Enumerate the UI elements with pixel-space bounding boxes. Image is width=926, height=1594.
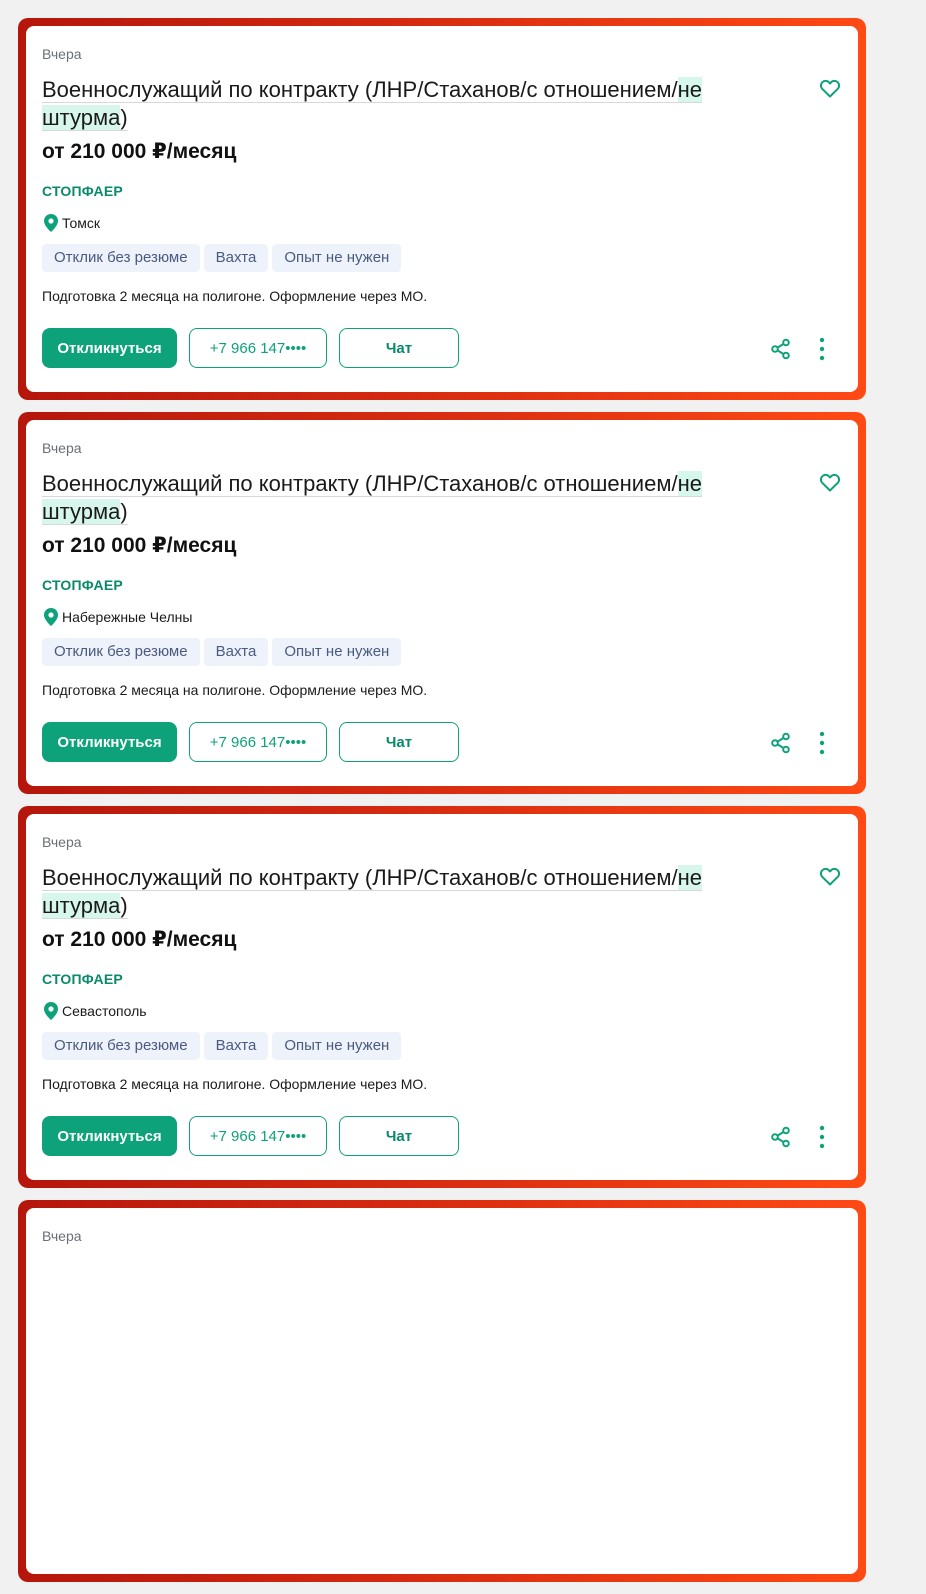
tag-shift: Вахта xyxy=(203,638,269,666)
vacancy-location: Севастополь xyxy=(44,1002,147,1020)
tag-shift: Вахта xyxy=(203,1032,269,1060)
vacancy-title-highlight: штурма xyxy=(42,105,121,130)
chat-button[interactable]: Чат xyxy=(339,722,459,762)
apply-button[interactable]: Откликнуться xyxy=(42,1116,177,1156)
vacancy-title-part: ) xyxy=(120,499,128,524)
vacancy-card[interactable]: Вчера Военнослужащий по контракту (ЛНР/С… xyxy=(26,26,858,392)
share-icon[interactable] xyxy=(770,1126,792,1148)
vacancy-salary: от 210 000 ₽/месяц xyxy=(42,140,237,163)
heart-icon[interactable] xyxy=(818,864,842,888)
vacancy-title-highlight: штурма xyxy=(42,499,121,524)
apply-button[interactable]: Откликнуться xyxy=(42,722,177,762)
share-icon[interactable] xyxy=(770,732,792,754)
vacancy-card-frame: Вчера Военнослужащий по контракту (ЛНР/С… xyxy=(18,18,866,400)
vacancy-title-part: ) xyxy=(120,893,128,918)
company-link[interactable]: СТОПФАЕР xyxy=(42,971,123,987)
vacancy-title-highlight: не xyxy=(677,77,702,102)
vacancy-title-part: Военнослужащий по контракту (ЛНР/Стахано… xyxy=(42,471,678,496)
vacancy-card-frame: Вчера Военнослужащий по контракту (ЛНР/С… xyxy=(18,806,866,1188)
more-vertical-icon[interactable] xyxy=(812,730,832,756)
vacancy-date: Вчера xyxy=(42,1228,82,1244)
show-phone-button[interactable]: +7 966 147•••• xyxy=(189,722,327,762)
vacancy-tags: Отклик без резюме Вахта Опыт не нужен xyxy=(42,244,402,272)
heart-icon[interactable] xyxy=(818,76,842,100)
vacancy-title-link[interactable]: Военнослужащий по контракту (ЛНР/Стахано… xyxy=(42,864,782,920)
vacancy-title-highlight: не xyxy=(677,865,702,890)
location-pin-icon xyxy=(44,608,58,626)
vacancy-salary: от 210 000 ₽/месяц xyxy=(42,534,237,557)
company-link[interactable]: СТОПФАЕР xyxy=(42,577,123,593)
show-phone-button[interactable]: +7 966 147•••• xyxy=(189,328,327,368)
vacancy-date: Вчера xyxy=(42,46,82,62)
vacancy-description: Подготовка 2 месяца на полигоне. Оформле… xyxy=(42,682,428,698)
vacancy-title-highlight: не xyxy=(677,471,702,496)
vacancy-title-part: ) xyxy=(120,105,128,130)
vacancy-date: Вчера xyxy=(42,834,82,850)
vacancy-card-frame: Вчера Военнослужащий по контракту (ЛНР/С… xyxy=(18,412,866,794)
vacancy-card[interactable]: Вчера Военнослужащий по контракту (ЛНР/С… xyxy=(26,814,858,1180)
chat-button[interactable]: Чат xyxy=(339,1116,459,1156)
location-label: Набережные Челны xyxy=(62,609,193,625)
tag-shift: Вахта xyxy=(203,244,269,272)
tag-no-experience: Опыт не нужен xyxy=(272,1032,402,1060)
vacancy-title-link[interactable]: Военнослужащий по контракту (ЛНР/Стахано… xyxy=(42,76,782,132)
vacancy-tags: Отклик без резюме Вахта Опыт не нужен xyxy=(42,638,402,666)
vacancy-list: Вчера Военнослужащий по контракту (ЛНР/С… xyxy=(18,18,866,1594)
vacancy-card-frame: Вчера xyxy=(18,1200,866,1582)
vacancy-title-link[interactable]: Военнослужащий по контракту (ЛНР/Стахано… xyxy=(42,470,782,526)
company-link[interactable]: СТОПФАЕР xyxy=(42,183,123,199)
more-vertical-icon[interactable] xyxy=(812,336,832,362)
vacancy-salary: от 210 000 ₽/месяц xyxy=(42,928,237,951)
tag-no-resume: Отклик без резюме xyxy=(42,244,200,272)
location-pin-icon xyxy=(44,1002,58,1020)
vacancy-description: Подготовка 2 месяца на полигоне. Оформле… xyxy=(42,288,428,304)
location-pin-icon xyxy=(44,214,58,232)
location-label: Севастополь xyxy=(62,1003,147,1019)
tag-no-experience: Опыт не нужен xyxy=(272,638,402,666)
vacancy-location: Томск xyxy=(44,214,100,232)
vacancy-location: Набережные Челны xyxy=(44,608,192,626)
vacancy-title-part: Военнослужащий по контракту (ЛНР/Стахано… xyxy=(42,865,678,890)
location-label: Томск xyxy=(62,215,100,231)
vacancy-description: Подготовка 2 месяца на полигоне. Оформле… xyxy=(42,1076,428,1092)
show-phone-button[interactable]: +7 966 147•••• xyxy=(189,1116,327,1156)
vacancy-card[interactable]: Вчера Военнослужащий по контракту (ЛНР/С… xyxy=(26,420,858,786)
heart-icon[interactable] xyxy=(818,470,842,494)
vacancy-title-highlight: штурма xyxy=(42,893,121,918)
vacancy-card[interactable]: Вчера xyxy=(26,1208,858,1574)
tag-no-resume: Отклик без резюме xyxy=(42,638,200,666)
chat-button[interactable]: Чат xyxy=(339,328,459,368)
tag-no-resume: Отклик без резюме xyxy=(42,1032,200,1060)
tag-no-experience: Опыт не нужен xyxy=(272,244,402,272)
share-icon[interactable] xyxy=(770,338,792,360)
vacancy-tags: Отклик без резюме Вахта Опыт не нужен xyxy=(42,1032,402,1060)
vacancy-title-part: Военнослужащий по контракту (ЛНР/Стахано… xyxy=(42,77,678,102)
vacancy-date: Вчера xyxy=(42,440,82,456)
more-vertical-icon[interactable] xyxy=(812,1124,832,1150)
apply-button[interactable]: Откликнуться xyxy=(42,328,177,368)
